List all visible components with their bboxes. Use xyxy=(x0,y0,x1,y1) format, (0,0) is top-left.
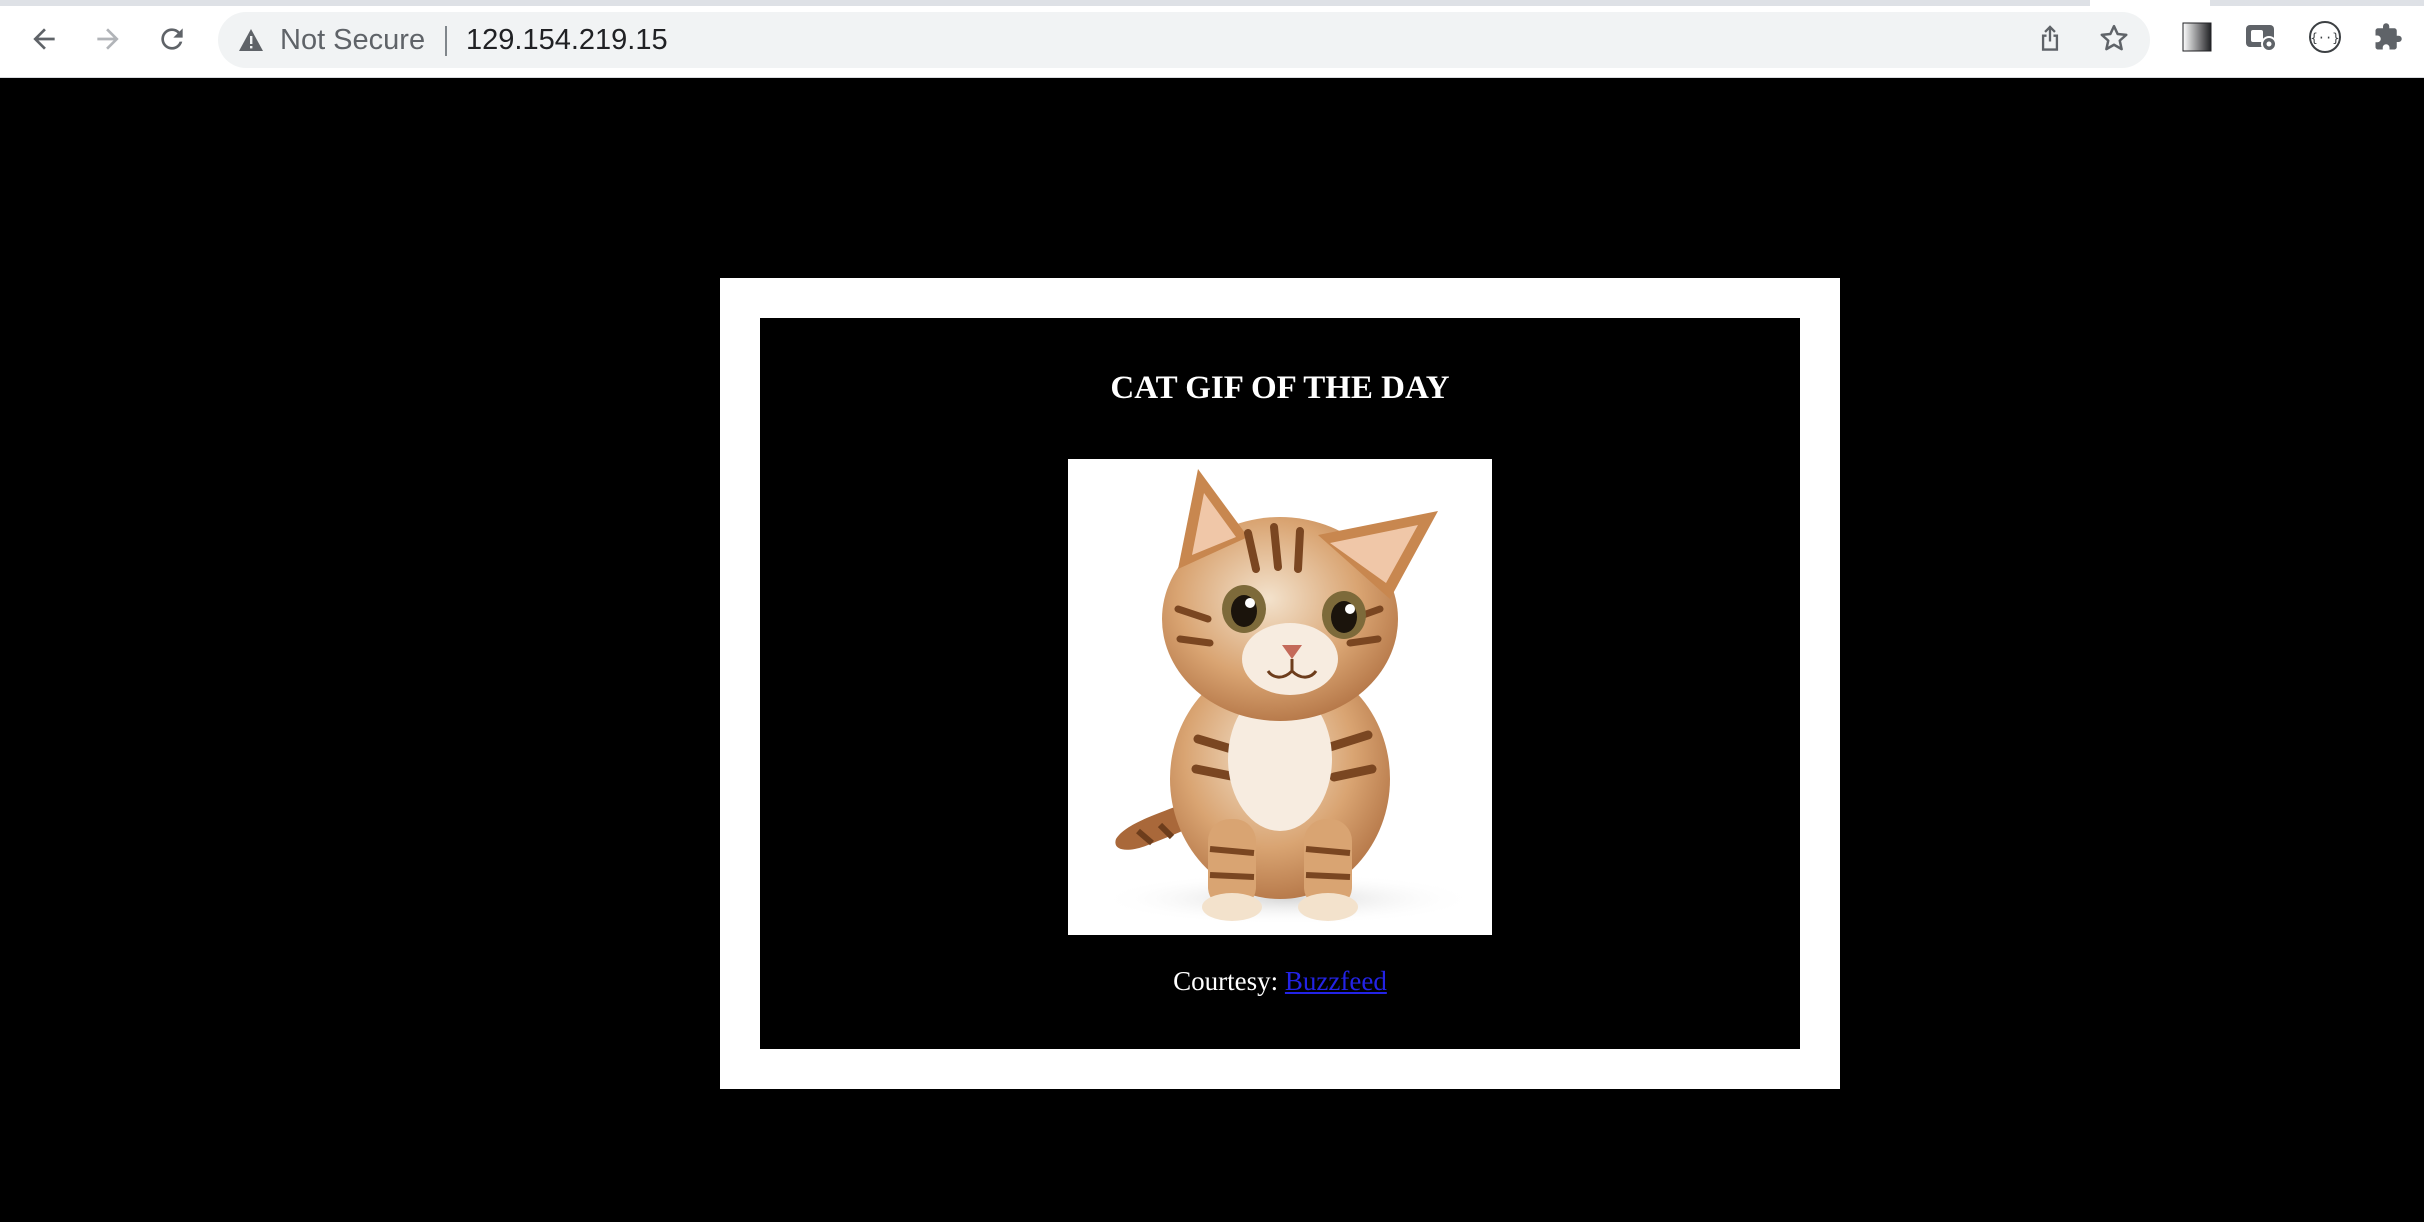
extensions-menu-button[interactable] xyxy=(2368,19,2408,59)
code-extension-icon: {··} xyxy=(2308,20,2342,59)
share-icon xyxy=(2036,23,2064,58)
security-label: Not Secure xyxy=(280,23,426,56)
puzzle-extensions-icon xyxy=(2373,22,2403,57)
star-icon xyxy=(2099,23,2129,58)
url-text[interactable]: 129.154.219.15 xyxy=(466,12,668,68)
kitten-illustration xyxy=(1068,459,1492,935)
svg-text:{··}: {··} xyxy=(2311,31,2340,45)
bookmark-button[interactable] xyxy=(2094,20,2134,60)
gradient-extension-icon xyxy=(2182,22,2212,57)
browser-toolbar: Not Secure 129.154.219.15 {··} xyxy=(0,0,2424,78)
security-chip[interactable]: Not Secure xyxy=(236,12,425,68)
courtesy-prefix: Courtesy: xyxy=(1173,966,1279,996)
arrow-right-icon xyxy=(92,23,124,55)
code-extension-button[interactable]: {··} xyxy=(2305,19,2345,59)
screen-capture-extension-button[interactable] xyxy=(2241,19,2281,59)
kitten-image xyxy=(1068,459,1492,935)
gradient-extension-button[interactable] xyxy=(2177,19,2217,59)
omnibox-divider xyxy=(445,26,447,56)
courtesy-line: Courtesy: Buzzfeed xyxy=(760,966,1800,997)
white-frame: CAT GIF OF THE DAY Courtesy: Buzzfeed xyxy=(720,278,1840,1089)
tab-strip-edge xyxy=(0,0,2090,6)
page-viewport: CAT GIF OF THE DAY Courtesy: Buzzfeed xyxy=(0,78,2424,1222)
reload-button[interactable] xyxy=(152,19,192,59)
forward-button[interactable] xyxy=(88,19,128,59)
page-title: CAT GIF OF THE DAY xyxy=(1110,370,1450,406)
reload-icon xyxy=(156,23,188,55)
back-button[interactable] xyxy=(24,19,64,59)
address-bar[interactable]: Not Secure 129.154.219.15 xyxy=(218,12,2150,68)
share-button[interactable] xyxy=(2030,20,2070,60)
warning-triangle-icon xyxy=(236,25,266,55)
buzzfeed-link[interactable]: Buzzfeed xyxy=(1285,966,1387,996)
tab-strip-edge-right xyxy=(2210,0,2424,6)
arrow-left-icon xyxy=(28,23,60,55)
content-panel: CAT GIF OF THE DAY Courtesy: Buzzfeed xyxy=(760,318,1800,1049)
screen-capture-extension-icon xyxy=(2245,22,2277,57)
